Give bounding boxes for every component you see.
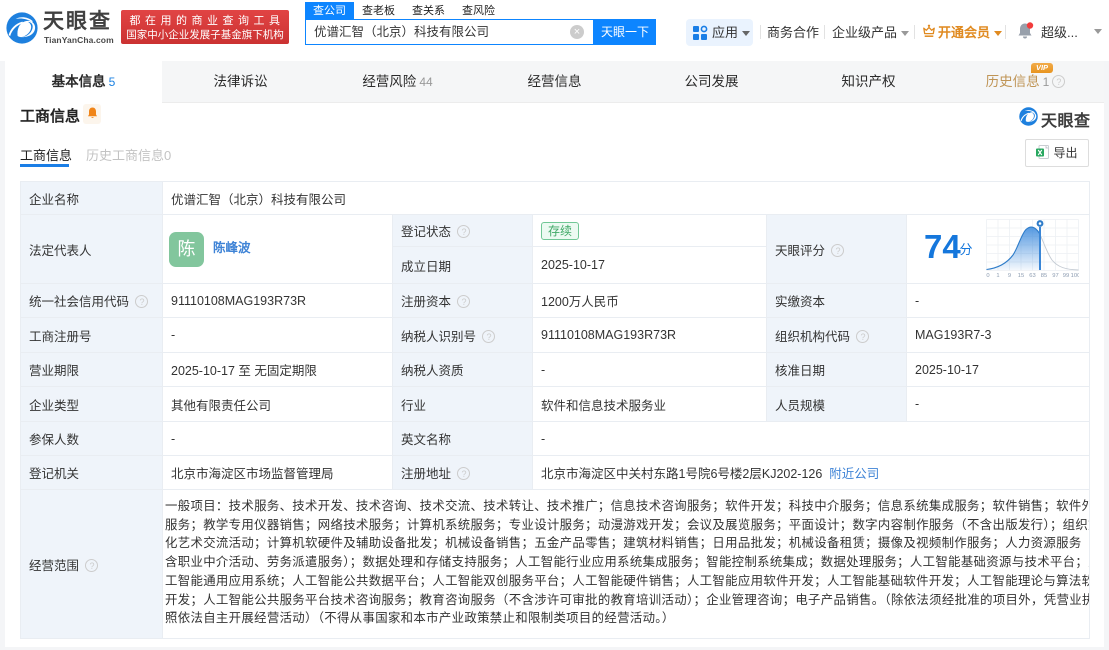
svg-text:15: 15: [1018, 273, 1024, 279]
svg-text:85: 85: [1041, 273, 1047, 279]
svg-text:63: 63: [1029, 273, 1035, 279]
svg-text:0: 0: [986, 273, 989, 279]
svg-text:100: 100: [1071, 273, 1079, 279]
svg-text:99: 99: [1063, 273, 1069, 279]
svg-text:1: 1: [996, 273, 999, 279]
svg-text:97: 97: [1052, 273, 1058, 279]
svg-text:9: 9: [1008, 273, 1011, 279]
